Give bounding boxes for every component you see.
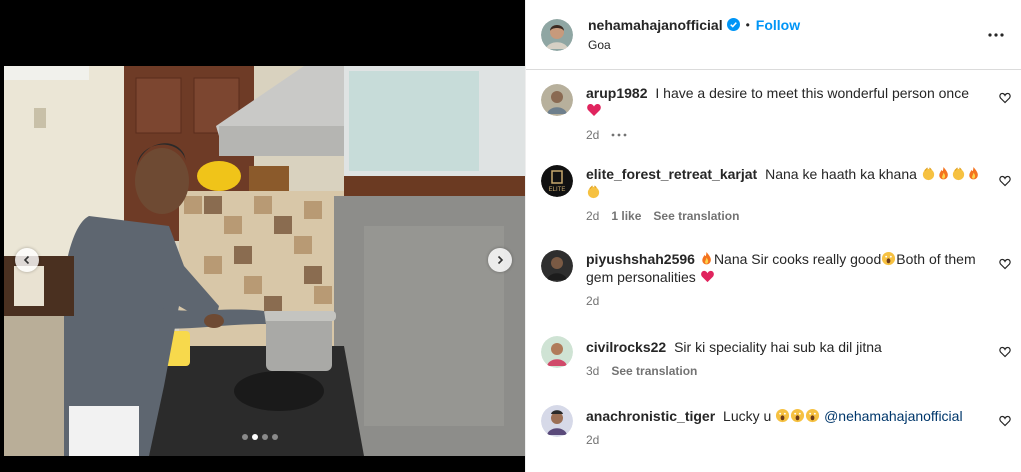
comment-username[interactable]: civilrocks22 [586, 339, 666, 355]
comment-text: I have a desire to meet this wonderful p… [655, 85, 970, 101]
author-avatar[interactable] [541, 18, 573, 51]
comment-text: Nana Sir cooks really good [713, 251, 882, 267]
chevron-left-icon [23, 255, 30, 265]
more-options-icon[interactable] [987, 26, 1005, 44]
carousel-dot [242, 434, 248, 440]
post-media [0, 0, 525, 472]
scream-emoji [791, 408, 805, 423]
scream-emoji [806, 408, 820, 423]
post-header: nehamahajanofficial • Follow Goa [526, 0, 1021, 70]
comment-username[interactable]: elite_forest_retreat_karjat [586, 166, 757, 182]
heart-outline-icon[interactable] [999, 175, 1011, 187]
scream-emoji [882, 251, 896, 266]
clap-emoji [922, 167, 934, 181]
comment-time[interactable]: 2d [586, 209, 599, 223]
comment-item: arup1982 I have a desire to meet this wo… [541, 84, 1011, 142]
commenter-avatar[interactable] [541, 405, 573, 437]
commenter-avatar[interactable]: ELITE [541, 165, 573, 197]
comment-text: Sir ki speciality hai sub ka dil jitna [674, 339, 882, 355]
comment-time[interactable]: 2d [586, 294, 599, 308]
see-translation-link[interactable]: See translation [611, 364, 697, 378]
carousel-next-button[interactable] [488, 248, 512, 272]
author-username[interactable]: nehamahajanofficial [588, 16, 723, 34]
commenter-avatar[interactable] [541, 84, 573, 116]
more-options-icon[interactable] [611, 132, 627, 138]
svg-text:ELITE: ELITE [549, 187, 566, 193]
heart-outline-icon[interactable] [999, 92, 1011, 104]
carousel-dot [272, 434, 278, 440]
heart-outline-icon[interactable] [999, 258, 1011, 270]
comment-username[interactable]: arup1982 [586, 85, 647, 101]
comment-item: ELITE elite_forest_retreat_karjat Nana k… [541, 165, 1011, 223]
comment-time[interactable]: 2d [586, 128, 599, 142]
verified-badge-icon [726, 18, 740, 31]
red-heart-emoji [700, 270, 714, 283]
heart-outline-icon[interactable] [999, 346, 1011, 358]
post-location[interactable]: Goa [588, 36, 800, 54]
comment-item: civilrocks22 Sir ki speciality hai sub k… [541, 336, 1011, 378]
comment-text: Lucky u [723, 408, 772, 424]
heart-outline-icon[interactable] [999, 415, 1011, 427]
header-separator: • [745, 17, 750, 32]
clap-emoji [952, 167, 964, 181]
post-photo [4, 66, 525, 456]
instagram-post: nehamahajanofficial • Follow Goa arup198… [0, 0, 1021, 472]
red-heart-emoji [587, 103, 601, 116]
comment-username[interactable]: anachronistic_tiger [586, 408, 715, 424]
follow-button[interactable]: Follow [756, 16, 800, 34]
comment-time[interactable]: 2d [586, 433, 599, 447]
carousel-dot-active [252, 434, 258, 440]
comment-item: anachronistic_tiger Lucky u @nehamahajan… [541, 405, 1011, 447]
post-side-panel: nehamahajanofficial • Follow Goa arup198… [525, 0, 1021, 472]
commenter-avatar[interactable] [541, 336, 573, 368]
fire-emoji [702, 251, 711, 265]
fire-emoji [939, 166, 948, 180]
comment-username[interactable]: piyushshah2596 [586, 251, 695, 267]
commenter-avatar[interactable] [541, 250, 573, 282]
comment-text: Nana ke haath ka khana [765, 166, 917, 182]
carousel-indicator [242, 434, 278, 440]
carousel-prev-button[interactable] [15, 248, 39, 272]
comment-item: piyushshah2596 Nana Sir cooks really good… [541, 250, 1011, 308]
comment-likes[interactable]: 1 like [611, 209, 641, 223]
carousel-dot [262, 434, 268, 440]
mention-link[interactable]: @nehamahajanofficial [824, 408, 963, 424]
clap-emoji [587, 185, 600, 199]
comment-time[interactable]: 3d [586, 364, 599, 378]
fire-emoji [969, 166, 978, 180]
see-translation-link[interactable]: See translation [653, 209, 739, 223]
scream-emoji [776, 408, 790, 423]
chevron-right-icon [497, 255, 504, 265]
